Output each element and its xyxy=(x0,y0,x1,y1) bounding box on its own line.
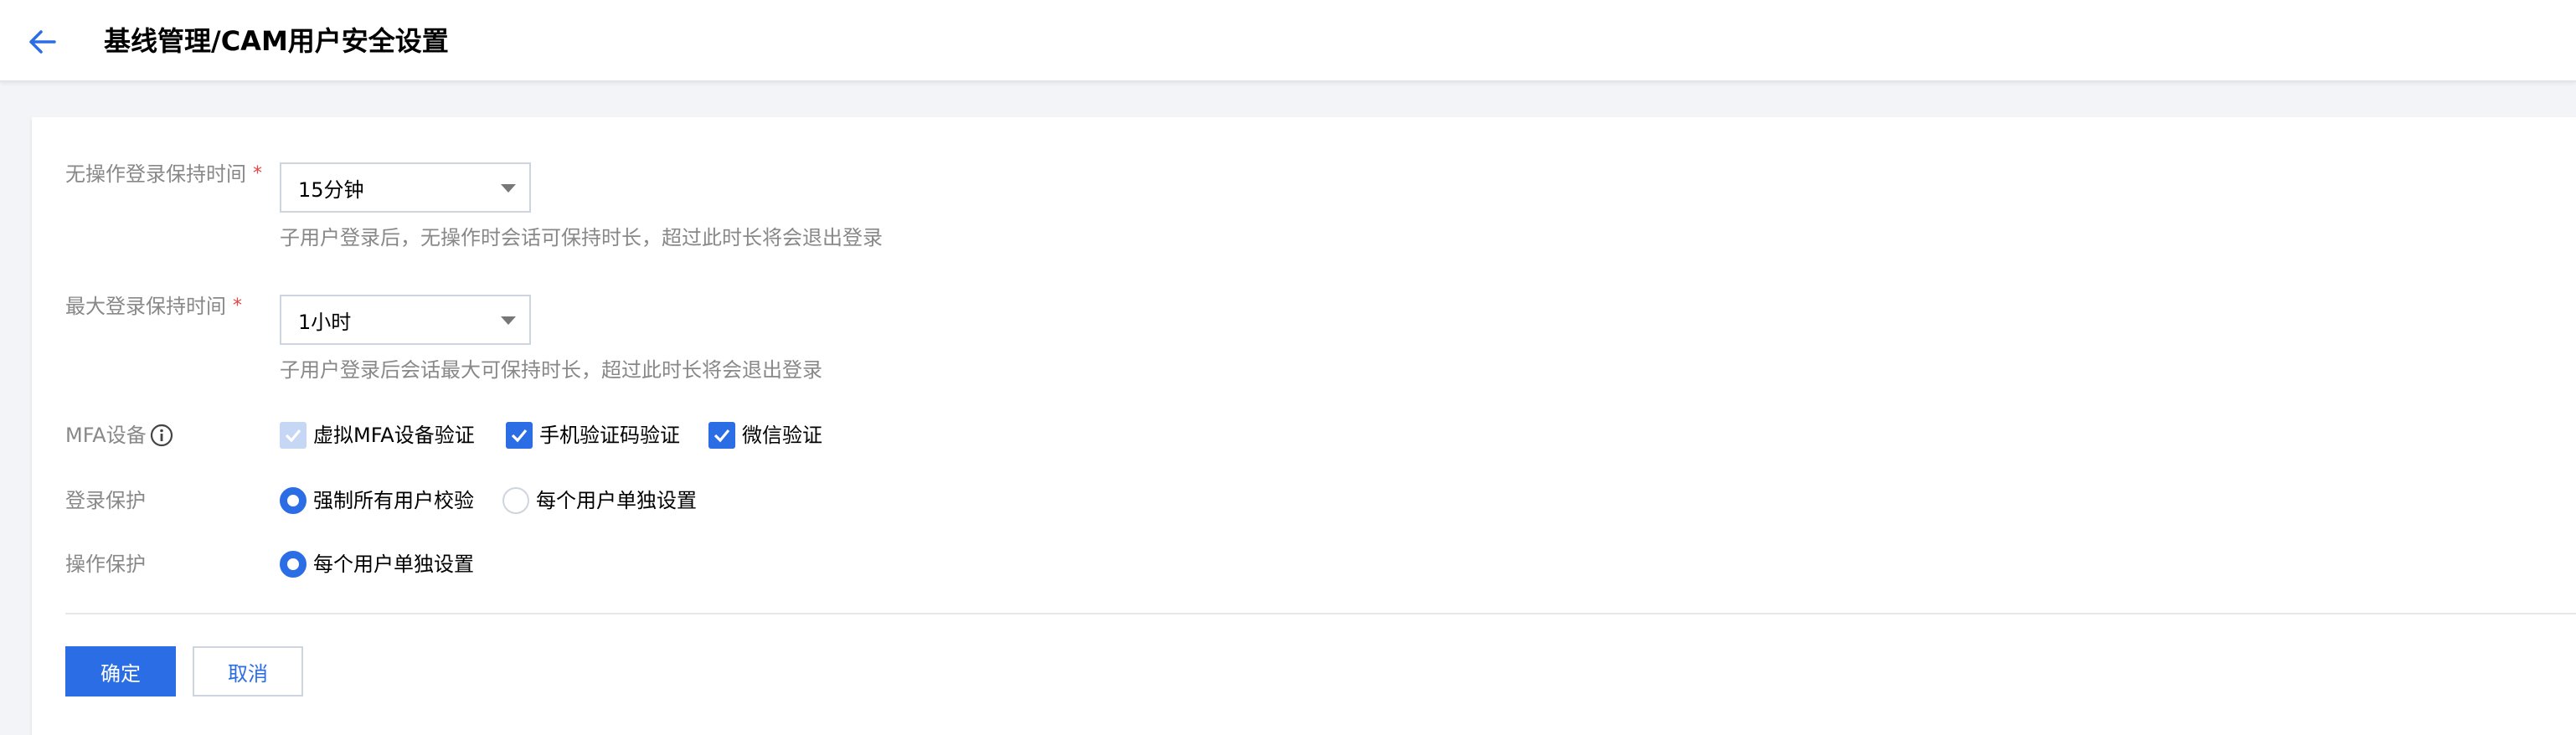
login-protection-option-force[interactable]: 强制所有用户校验 xyxy=(280,487,474,514)
info-circle-icon[interactable] xyxy=(150,424,173,447)
login-protection-option-force-label: 强制所有用户校验 xyxy=(313,489,474,512)
mfa-label: MFA设备 xyxy=(65,422,173,449)
idle-timeout-label: 无操作登录保持时间 * xyxy=(65,161,262,188)
max-session-hint: 子用户登录后会话最大可保持时长，超过此时长将会退出登录 xyxy=(280,358,822,382)
settings-form-card: 无操作登录保持时间 * 15分钟 子用户登录后，无操作时会话可保持时长，超过此时… xyxy=(32,117,2576,735)
mfa-option-sms[interactable]: 手机验证码验证 xyxy=(506,422,680,449)
idle-timeout-select[interactable]: 15分钟 xyxy=(280,162,531,213)
mfa-option-sms-label: 手机验证码验证 xyxy=(539,424,680,447)
mfa-option-wechat-label: 微信验证 xyxy=(742,424,822,447)
checkbox-checked[interactable] xyxy=(506,422,533,449)
radio-selected[interactable] xyxy=(280,487,307,514)
login-protection-label: 登录保护 xyxy=(65,489,146,512)
required-mark: * xyxy=(233,296,242,316)
confirm-button[interactable]: 确定 xyxy=(65,646,176,696)
idle-timeout-hint: 子用户登录后，无操作时会话可保持时长，超过此时长将会退出登录 xyxy=(280,226,883,249)
mfa-label-text: MFA设备 xyxy=(65,424,147,447)
check-icon xyxy=(511,429,528,443)
idle-timeout-value: 15分钟 xyxy=(298,177,364,202)
caret-down-icon xyxy=(501,184,516,193)
arrow-left-icon xyxy=(29,30,56,54)
cancel-button[interactable]: 取消 xyxy=(193,646,303,696)
check-icon xyxy=(714,429,730,443)
operation-protection-option-per-user-label: 每个用户单独设置 xyxy=(313,553,474,576)
mfa-option-virtual[interactable]: 虚拟MFA设备验证 xyxy=(280,422,475,449)
page-header: 基线管理/CAM用户安全设置 xyxy=(0,0,2576,82)
idle-timeout-label-text: 无操作登录保持时间 xyxy=(65,162,246,186)
login-protection-option-per-user[interactable]: 每个用户单独设置 xyxy=(502,487,697,514)
checkbox-disabled-checked[interactable] xyxy=(280,422,307,449)
mfa-option-virtual-label: 虚拟MFA设备验证 xyxy=(313,424,475,447)
caret-down-icon xyxy=(501,316,516,325)
form-divider xyxy=(65,613,2576,614)
max-session-value: 1小时 xyxy=(298,310,352,334)
checkbox-checked[interactable] xyxy=(708,422,735,449)
mfa-option-wechat[interactable]: 微信验证 xyxy=(708,422,822,449)
operation-protection-label: 操作保护 xyxy=(65,553,146,576)
max-session-select[interactable]: 1小时 xyxy=(280,295,531,345)
login-protection-option-per-user-label: 每个用户单独设置 xyxy=(536,489,697,512)
max-session-label-text: 最大登录保持时间 xyxy=(65,295,226,318)
required-mark: * xyxy=(253,163,262,184)
page-title: 基线管理/CAM用户安全设置 xyxy=(104,25,449,57)
back-button[interactable] xyxy=(25,25,59,59)
radio-unselected[interactable] xyxy=(502,487,529,514)
radio-selected[interactable] xyxy=(280,551,307,578)
operation-protection-option-per-user[interactable]: 每个用户单独设置 xyxy=(280,551,474,578)
max-session-label: 最大登录保持时间 * xyxy=(65,293,242,320)
check-icon xyxy=(285,429,301,443)
